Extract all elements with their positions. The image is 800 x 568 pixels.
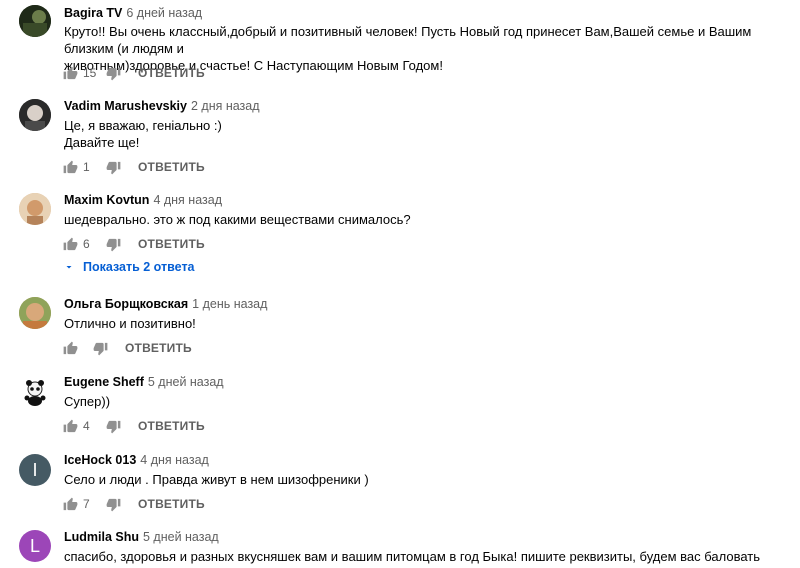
comment-text-line: Це, я вважаю, геніально :) bbox=[64, 118, 222, 133]
reply-button[interactable]: ОТВЕТИТЬ bbox=[138, 419, 205, 433]
like-icon[interactable] bbox=[62, 159, 78, 175]
comment-header: Bagira TV 6 дней назад bbox=[64, 5, 202, 21]
avatar-letter: L bbox=[29, 535, 40, 556]
author-name[interactable]: Ольга Борщковская bbox=[64, 297, 188, 311]
panda-avatar-image bbox=[19, 376, 51, 408]
comment-header: Ольга Борщковская 1 день назад bbox=[64, 296, 267, 312]
comment-time[interactable]: 1 день назад bbox=[192, 297, 267, 311]
dislike-icon[interactable] bbox=[105, 496, 121, 512]
comment-text-line: Супер)) bbox=[64, 394, 111, 409]
like-icon[interactable] bbox=[62, 340, 78, 356]
comment-time[interactable]: 6 дней назад bbox=[126, 6, 202, 20]
avatar[interactable] bbox=[19, 376, 51, 408]
comment-text: Отлично и позитивно! bbox=[64, 315, 794, 332]
comment-header: IceHock 013 4 дня назад bbox=[64, 452, 209, 468]
comment-actions: 4 ОТВЕТИТЬ bbox=[62, 416, 205, 436]
show-replies-button[interactable]: Показать 2 ответа bbox=[63, 260, 195, 274]
comment-time[interactable]: 4 дня назад bbox=[140, 453, 209, 467]
comment-text: Село и люди . Правда живут в нем шизофре… bbox=[64, 471, 794, 488]
avatar[interactable] bbox=[19, 5, 51, 37]
author-name[interactable]: Eugene Sheff bbox=[64, 375, 144, 389]
comment-time[interactable]: 5 дней назад bbox=[148, 375, 224, 389]
dislike-icon[interactable] bbox=[105, 159, 121, 175]
comment-header: Ludmila Shu 5 дней назад bbox=[64, 529, 219, 545]
like-count: 4 bbox=[83, 419, 90, 433]
author-name[interactable]: Ludmila Shu bbox=[64, 530, 139, 544]
comment-actions: 6 ОТВЕТИТЬ bbox=[62, 234, 205, 254]
author-name[interactable]: IceHock 013 bbox=[64, 453, 136, 467]
reply-button[interactable]: ОТВЕТИТЬ bbox=[138, 160, 205, 174]
avatar-image bbox=[19, 99, 51, 131]
like-count: 6 bbox=[83, 237, 90, 251]
comment-header: Maxim Kovtun 4 дня назад bbox=[64, 192, 222, 208]
like-icon[interactable] bbox=[62, 496, 78, 512]
author-name[interactable]: Vadim Marushevskiy bbox=[64, 99, 187, 113]
comment-text: Супер)) bbox=[64, 393, 794, 410]
avatar-image bbox=[19, 297, 51, 329]
author-name[interactable]: Bagira TV bbox=[64, 6, 122, 20]
author-name[interactable]: Maxim Kovtun bbox=[64, 193, 149, 207]
avatar[interactable] bbox=[19, 193, 51, 225]
reply-button[interactable]: ОТВЕТИТЬ bbox=[138, 497, 205, 511]
comment-header: Vadim Marushevskiy 2 дня назад bbox=[64, 98, 260, 114]
comment-text-line: спасибо, здоровья и разных вкусняшек вам… bbox=[64, 549, 760, 564]
like-count: 7 bbox=[83, 497, 90, 511]
avatar-image bbox=[19, 5, 51, 37]
comment-actions: 15 ОТВЕТИТЬ bbox=[62, 63, 205, 83]
reply-button[interactable]: ОТВЕТИТЬ bbox=[138, 237, 205, 251]
like-count: 1 bbox=[83, 160, 90, 174]
like-count: 15 bbox=[83, 66, 97, 80]
comment-text-line: Село и люди . Правда живут в нем шизофре… bbox=[64, 472, 369, 487]
comment-actions: ОТВЕТИТЬ bbox=[62, 338, 192, 358]
comment-actions: 7 ОТВЕТИТЬ bbox=[62, 494, 205, 514]
avatar[interactable] bbox=[19, 297, 51, 329]
show-replies-label: Показать 2 ответа bbox=[83, 260, 195, 274]
comment-time[interactable]: 2 дня назад bbox=[191, 99, 260, 113]
dislike-icon[interactable] bbox=[105, 418, 121, 434]
comment-text-line: Круто!! Вы очень классный,добрый и позит… bbox=[64, 24, 752, 56]
avatar[interactable]: I bbox=[19, 454, 51, 486]
avatar[interactable] bbox=[19, 99, 51, 131]
comment-actions: 1 ОТВЕТИТЬ bbox=[62, 157, 205, 177]
avatar-image bbox=[19, 193, 51, 225]
reply-button[interactable]: ОТВЕТИТЬ bbox=[125, 341, 192, 355]
comment-text-line: Давайте ще! bbox=[64, 135, 140, 150]
dislike-icon[interactable] bbox=[92, 340, 108, 356]
like-icon[interactable] bbox=[62, 236, 78, 252]
caret-down-icon bbox=[66, 266, 72, 269]
avatar[interactable]: L bbox=[19, 530, 51, 562]
like-icon[interactable] bbox=[62, 65, 78, 81]
comment-time[interactable]: 5 дней назад bbox=[143, 530, 219, 544]
comment-header: Eugene Sheff 5 дней назад bbox=[64, 374, 224, 390]
comment-text: спасибо, здоровья и разных вкусняшек вам… bbox=[64, 548, 794, 565]
comment-text-line: Отлично и позитивно! bbox=[64, 316, 196, 331]
avatar-letter: I bbox=[32, 459, 38, 480]
like-icon[interactable] bbox=[62, 418, 78, 434]
reply-button[interactable]: ОТВЕТИТЬ bbox=[138, 66, 205, 80]
comment-text: Це, я вважаю, геніально :) Давайте ще! bbox=[64, 117, 794, 151]
comment-text-line: шедеврально. это ж под какими веществами… bbox=[64, 212, 411, 227]
dislike-icon[interactable] bbox=[105, 65, 121, 81]
comment-text: шедеврально. это ж под какими веществами… bbox=[64, 211, 794, 228]
dislike-icon[interactable] bbox=[105, 236, 121, 252]
comment-time[interactable]: 4 дня назад bbox=[153, 193, 222, 207]
